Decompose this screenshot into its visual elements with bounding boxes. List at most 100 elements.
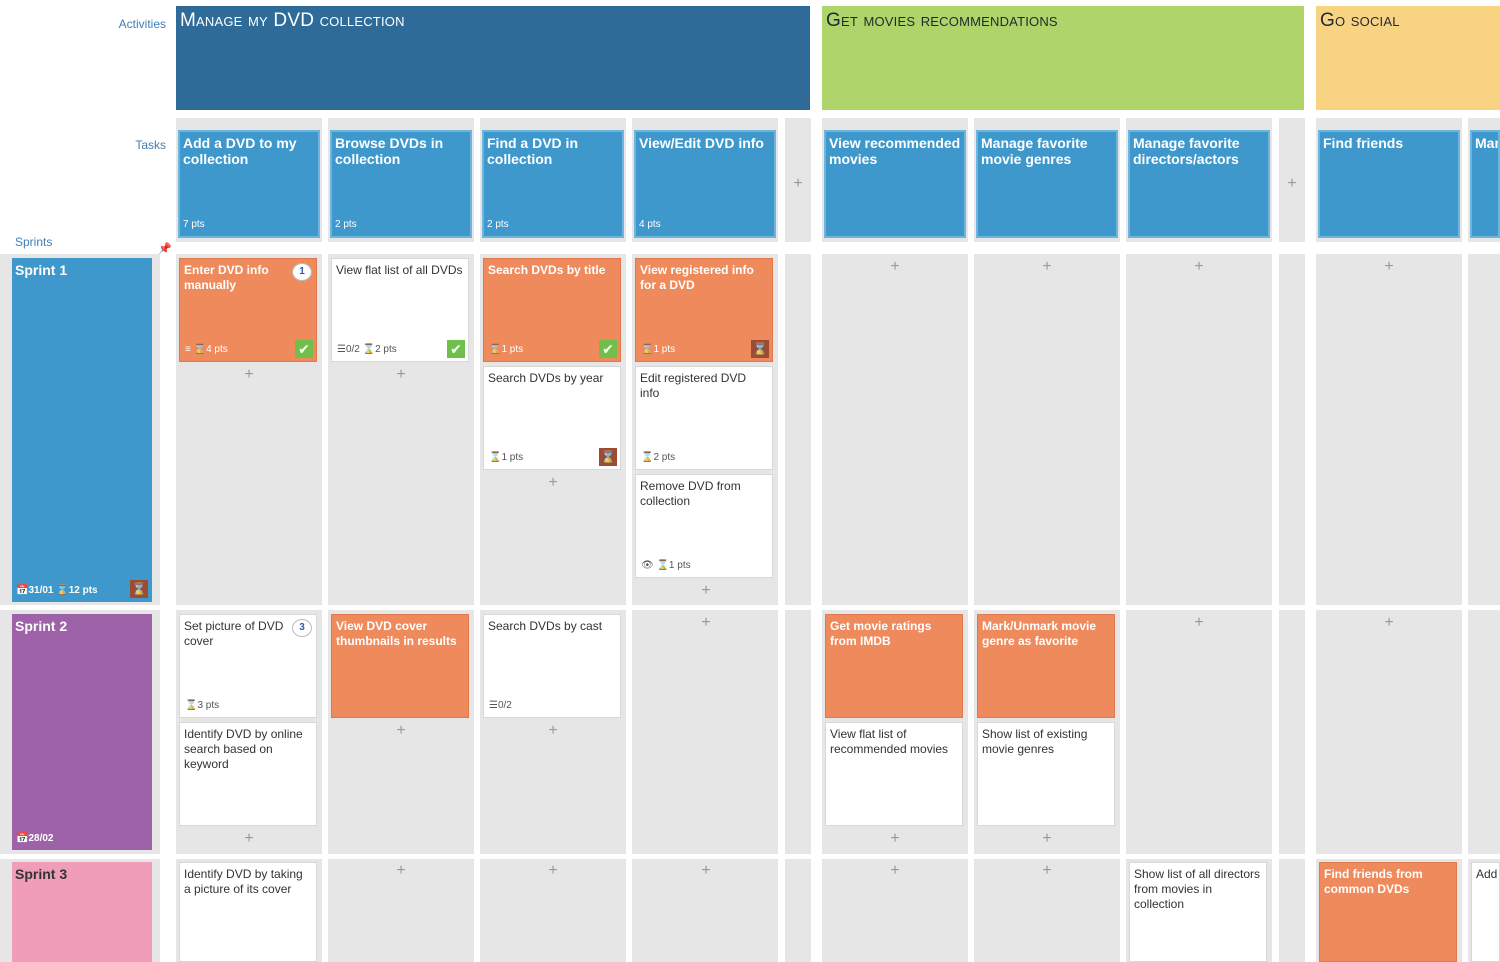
task-card[interactable]: Find friends (1318, 130, 1460, 238)
sprints-row-label: Sprints (15, 235, 53, 249)
task-card[interactable]: View/Edit DVD info 4 pts (634, 130, 776, 238)
story-card[interactable]: Identify DVD by online search based on k… (179, 722, 317, 826)
story-card[interactable]: Show list of all directors from movies i… (1129, 862, 1267, 962)
story-card[interactable]: View registered info for a DVD ⌛1 pts ⌛ (635, 258, 773, 362)
add-card-button[interactable]: + (546, 723, 560, 739)
task-title: Find friends (1323, 135, 1404, 151)
card-title: View DVD cover thumbnails in results (336, 619, 457, 648)
sprint-cell (1279, 859, 1305, 962)
story-card[interactable]: Search DVDs by title ⌛1 pts ✔ (483, 258, 621, 362)
sprint-cell (632, 610, 778, 854)
activity-manage-dvd[interactable]: Manage my DVD collection (176, 6, 810, 110)
add-card-button[interactable]: + (888, 831, 902, 847)
task-card[interactable]: View recommended movies (824, 130, 966, 238)
task-card[interactable]: Find a DVD in collection 2 pts (482, 130, 624, 238)
card-title: View registered info for a DVD (640, 263, 754, 292)
add-card-button[interactable]: + (699, 863, 713, 879)
task-card[interactable]: Man wish (1470, 130, 1500, 238)
sprint-cell (1468, 254, 1500, 605)
task-title: Find a DVD in collection (487, 135, 578, 167)
add-card-button[interactable]: + (546, 863, 560, 879)
card-meta: ≡ ⌛4 pts (185, 344, 228, 355)
sprint-3[interactable]: Sprint 3 (12, 862, 152, 962)
add-card-button[interactable]: + (699, 583, 713, 599)
sprint-cell (822, 254, 968, 605)
card-title: Add (1476, 867, 1498, 881)
hourglass-icon: ⌛ (599, 448, 617, 466)
sprint-2[interactable]: Sprint 2 📅28/02 (12, 614, 152, 850)
sprint-cell (1126, 254, 1272, 605)
story-card[interactable]: Identify DVD by taking a picture of its … (179, 862, 317, 962)
add-card-button[interactable]: + (1040, 259, 1054, 275)
card-title: Set picture of DVD cover (184, 619, 284, 648)
task-points: 4 pts (639, 219, 661, 230)
add-card-button[interactable]: + (242, 831, 256, 847)
card-title: Enter DVD info manually (184, 263, 269, 292)
add-card-button[interactable]: + (1192, 259, 1206, 275)
task-card[interactable]: Manage favorite directors/actors (1128, 130, 1270, 238)
add-card-button[interactable]: + (242, 367, 256, 383)
add-card-button[interactable]: + (699, 615, 713, 631)
hourglass-icon: ⌛ (130, 580, 148, 598)
task-card[interactable]: Manage favorite movie genres (976, 130, 1118, 238)
task-title: Add a DVD to my collection (183, 135, 297, 167)
add-card-button[interactable]: + (546, 475, 560, 491)
card-meta: ⌛2 pts (641, 452, 676, 463)
activity-get-recommendations[interactable]: Get movies recommendations (822, 6, 1304, 110)
sprint-points: 12 pts (68, 585, 98, 596)
sprint-name: Sprint 1 (15, 262, 68, 278)
add-card-button[interactable]: + (394, 723, 408, 739)
story-card[interactable]: Add (1471, 862, 1500, 962)
comment-count-icon: 3 (292, 619, 312, 637)
add-card-button[interactable]: + (888, 259, 902, 275)
card-title: Remove DVD from collection (640, 479, 741, 508)
add-card-button[interactable]: + (1382, 259, 1396, 275)
card-meta: ⌛1 pts (641, 344, 676, 355)
pin-icon[interactable]: 📌 (158, 242, 172, 255)
tasks-row-label: Tasks (135, 138, 166, 152)
card-title: Identify DVD by online search based on k… (184, 727, 303, 771)
add-card-button[interactable]: + (1040, 831, 1054, 847)
activities-row-label: Activities (118, 17, 166, 31)
story-card[interactable]: Mark/Unmark movie genre as favorite (977, 614, 1115, 718)
card-title: Get movie ratings from IMDB (830, 619, 932, 648)
card-title: View flat list of recommended movies (830, 727, 949, 756)
task-title: Manage favorite directors/actors (1133, 135, 1240, 167)
sprint-meta: 📅28/02 (16, 833, 54, 844)
task-card[interactable]: Add a DVD to my collection 7 pts (178, 130, 320, 238)
story-card[interactable]: Set picture of DVD cover 3 ⌛3 pts (179, 614, 317, 718)
story-card[interactable]: Search DVDs by year ⌛1 pts ⌛ (483, 366, 621, 470)
card-meta: ⌛3 pts (185, 700, 220, 711)
add-card-button[interactable]: + (394, 863, 408, 879)
story-card[interactable]: Search DVDs by cast ☰0/2 (483, 614, 621, 718)
add-task-button[interactable]: + (1285, 176, 1299, 192)
card-meta: 👁 ⌛1 pts (641, 560, 691, 571)
check-icon: ✔ (295, 340, 313, 358)
add-card-button[interactable]: + (1040, 863, 1054, 879)
sprint-1[interactable]: Sprint 1 📅31/01 ⌛12 pts ⌛ (12, 258, 152, 602)
story-card[interactable]: Get movie ratings from IMDB (825, 614, 963, 718)
task-title: View/Edit DVD info (639, 135, 764, 151)
task-card[interactable]: Browse DVDs in collection 2 pts (330, 130, 472, 238)
sprint-cell (1468, 610, 1500, 854)
task-title: Manage favorite movie genres (981, 135, 1088, 167)
add-task-button[interactable]: + (791, 176, 805, 192)
story-card[interactable]: View flat list of recommended movies (825, 722, 963, 826)
add-card-button[interactable]: + (1382, 615, 1396, 631)
task-points: 7 pts (183, 219, 205, 230)
check-icon: ✔ (599, 340, 617, 358)
story-card[interactable]: Find friends from common DVDs (1319, 862, 1457, 962)
add-card-button[interactable]: + (394, 367, 408, 383)
story-card[interactable]: View flat list of all DVDs ☰0/2 ⌛2 pts ✔ (331, 258, 469, 362)
story-card[interactable]: Remove DVD from collection 👁 ⌛1 pts (635, 474, 773, 578)
sprint-date: 31/01 (28, 585, 54, 596)
add-card-button[interactable]: + (888, 863, 902, 879)
activity-go-social[interactable]: Go social (1316, 6, 1500, 110)
story-card[interactable]: Enter DVD info manually 1 ≡ ⌛4 pts ✔ (179, 258, 317, 362)
task-points: 2 pts (335, 219, 357, 230)
story-card[interactable]: Edit registered DVD info ⌛2 pts (635, 366, 773, 470)
add-card-button[interactable]: + (1192, 615, 1206, 631)
story-card[interactable]: View DVD cover thumbnails in results (331, 614, 469, 718)
card-title: Edit registered DVD info (640, 371, 747, 400)
story-card[interactable]: Show list of existing movie genres (977, 722, 1115, 826)
